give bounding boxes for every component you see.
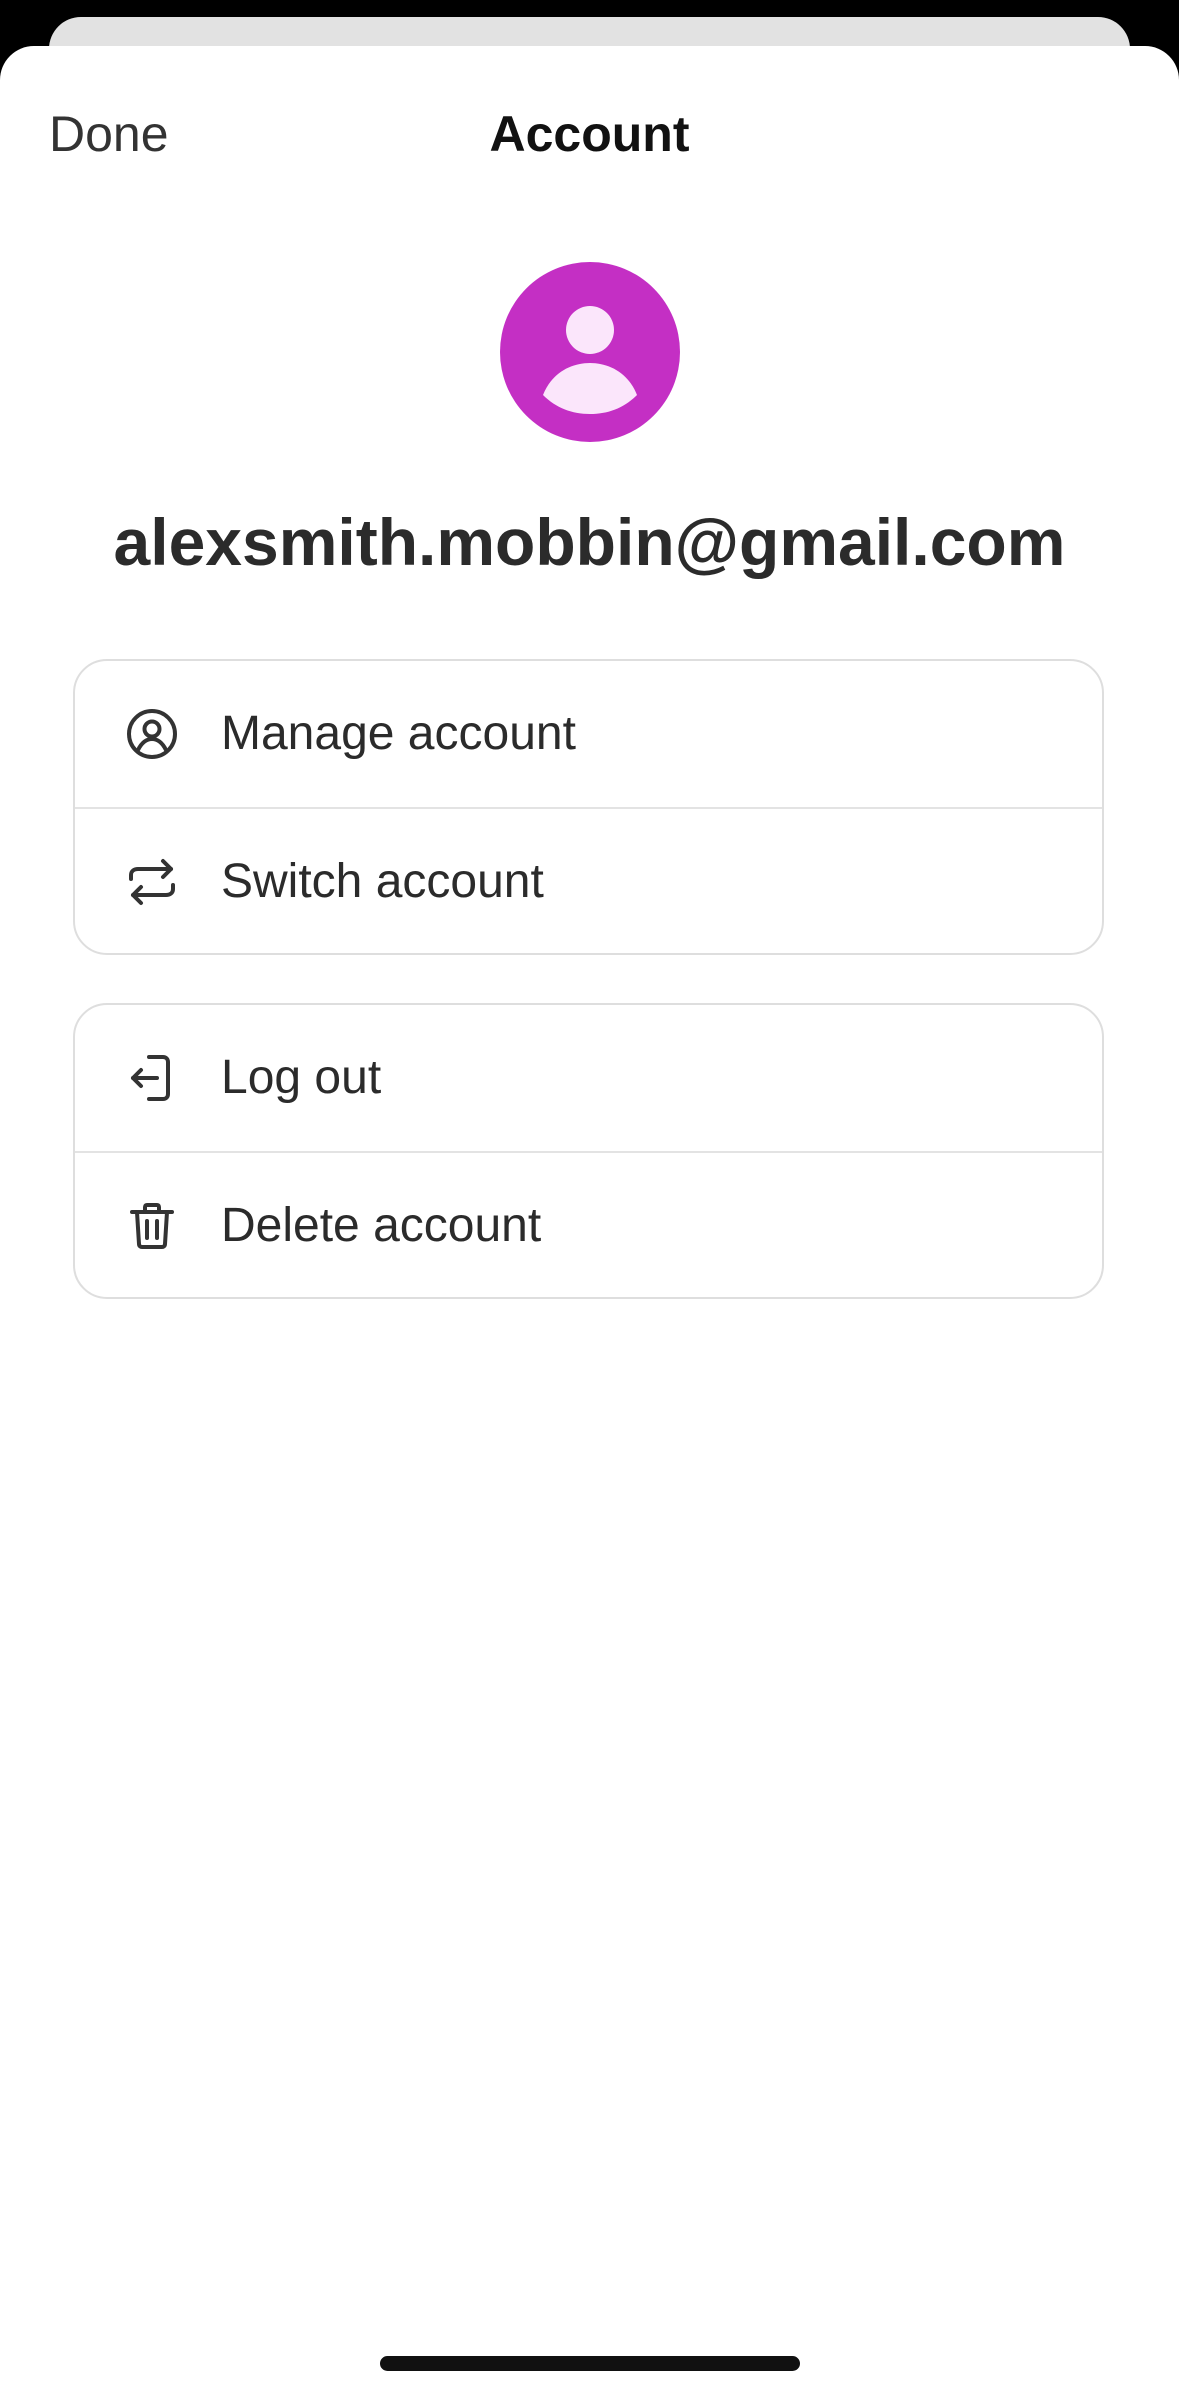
user-circle-icon bbox=[125, 707, 179, 761]
trash-icon bbox=[125, 1199, 179, 1253]
switch-account-label: Switch account bbox=[221, 855, 544, 908]
switch-arrows-icon bbox=[125, 855, 179, 909]
switch-account-row[interactable]: Switch account bbox=[75, 807, 1102, 953]
delete-account-label: Delete account bbox=[221, 1199, 542, 1252]
done-button[interactable]: Done bbox=[49, 104, 169, 164]
manage-account-label: Manage account bbox=[221, 707, 576, 760]
home-indicator bbox=[380, 2356, 800, 2371]
log-out-icon bbox=[125, 1051, 179, 1105]
delete-account-row[interactable]: Delete account bbox=[75, 1151, 1102, 1297]
log-out-label: Log out bbox=[221, 1051, 382, 1104]
avatar bbox=[500, 262, 680, 442]
account-sheet: Done Account alexsmith.mobbin@gmail.com … bbox=[0, 46, 1179, 2396]
manage-account-row[interactable]: Manage account bbox=[75, 661, 1102, 807]
session-actions-group: Log out Delete account bbox=[73, 1003, 1104, 1299]
nav-bar: Done Account bbox=[0, 46, 1179, 216]
account-email: alexsmith.mobbin@gmail.com bbox=[113, 505, 1066, 579]
person-silhouette-icon bbox=[543, 306, 637, 414]
page-title: Account bbox=[489, 106, 690, 162]
account-actions-group: Manage account Switch account bbox=[73, 659, 1104, 955]
screen: Done Account alexsmith.mobbin@gmail.com … bbox=[0, 0, 1179, 2396]
log-out-row[interactable]: Log out bbox=[75, 1005, 1102, 1151]
